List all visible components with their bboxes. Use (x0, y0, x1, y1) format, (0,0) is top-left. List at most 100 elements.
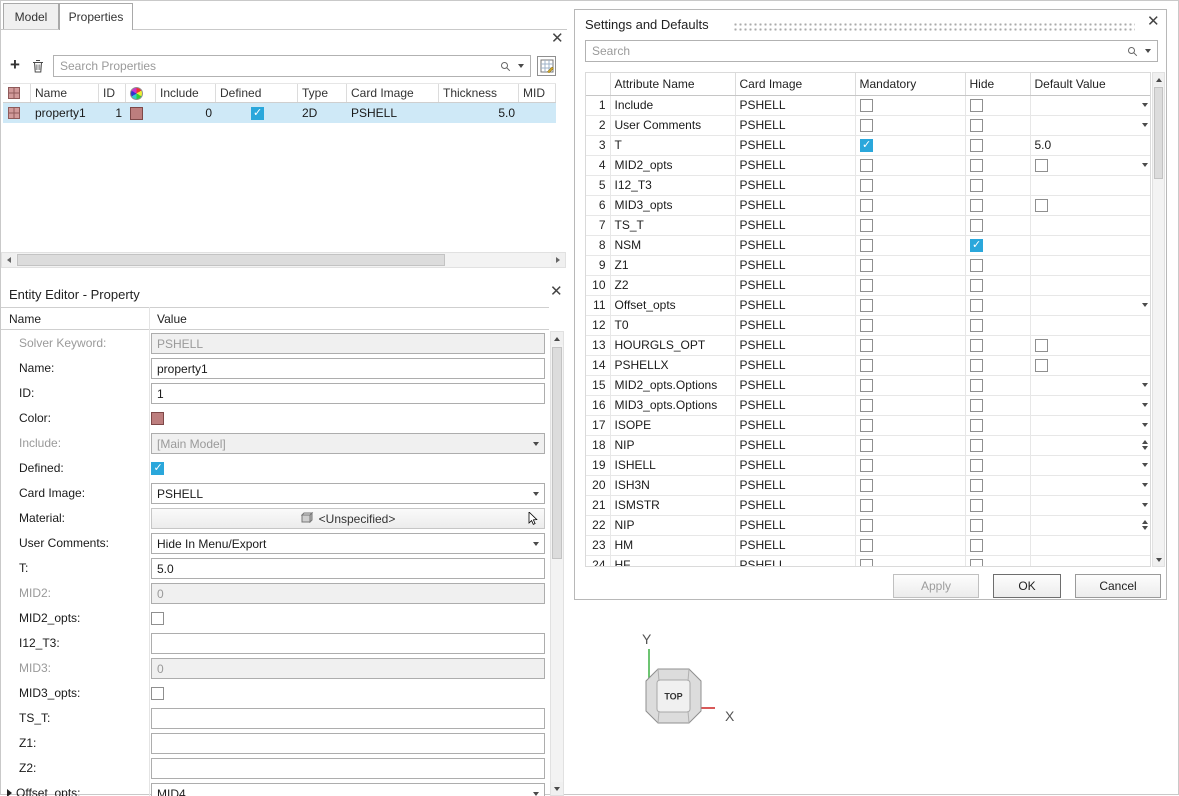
hide-checkbox[interactable] (970, 99, 983, 112)
hide-checkbox[interactable] (970, 259, 983, 272)
mandatory-checkbox[interactable] (860, 399, 873, 412)
apply-button[interactable]: Apply (893, 574, 979, 598)
column-default-value[interactable]: Default Value (1030, 73, 1151, 95)
dropdown-chevron-icon[interactable] (1142, 463, 1148, 467)
scroll-down-icon[interactable] (1153, 553, 1164, 566)
tab-properties[interactable]: Properties (59, 3, 133, 30)
vertical-scrollbar[interactable] (1152, 72, 1165, 567)
settings-row[interactable]: 11Offset_optsPSHELL (586, 295, 1151, 315)
mandatory-checkbox[interactable] (860, 499, 873, 512)
hide-checkbox[interactable] (970, 179, 983, 192)
mandatory-checkbox[interactable] (860, 479, 873, 492)
settings-row[interactable]: 23HMPSHELL (586, 535, 1151, 555)
dropdown-field[interactable]: [Main Model] (151, 433, 545, 454)
add-property-button[interactable]: + (6, 56, 24, 74)
ok-button[interactable]: OK (993, 574, 1061, 598)
tab-model[interactable]: Model (3, 3, 59, 29)
default-value-text[interactable]: 5.0 (1035, 138, 1052, 152)
hide-checkbox[interactable] (970, 359, 983, 372)
settings-row[interactable]: 2User CommentsPSHELL (586, 115, 1151, 135)
mandatory-checkbox[interactable] (860, 119, 873, 132)
hide-checkbox[interactable] (970, 239, 983, 252)
scrollbar-thumb[interactable] (552, 347, 562, 559)
settings-row[interactable]: 20ISH3NPSHELL (586, 475, 1151, 495)
mandatory-checkbox[interactable] (860, 539, 873, 552)
hide-checkbox[interactable] (970, 399, 983, 412)
properties-search-input[interactable]: Search Properties (53, 55, 531, 77)
settings-search-input[interactable]: Search (585, 40, 1158, 62)
column-thickness[interactable]: Thickness (439, 84, 519, 102)
settings-row[interactable]: 10Z2PSHELL (586, 275, 1151, 295)
mandatory-checkbox[interactable] (860, 339, 873, 352)
dialog-close-icon[interactable]: ✕ (1147, 15, 1160, 29)
dropdown-field[interactable]: Hide In Menu/Export (151, 533, 545, 554)
settings-row[interactable]: 4MID2_optsPSHELL (586, 155, 1151, 175)
settings-row[interactable]: 16MID3_opts.OptionsPSHELL (586, 395, 1151, 415)
material-selector[interactable]: <Unspecified> (151, 508, 545, 529)
dropdown-chevron-icon[interactable] (1142, 503, 1148, 507)
settings-row[interactable]: 18NIPPSHELL (586, 435, 1151, 455)
column-card-image[interactable]: Card Image (735, 73, 855, 95)
spinner-control[interactable] (1142, 520, 1148, 530)
chevron-down-icon[interactable] (529, 492, 539, 496)
mandatory-checkbox[interactable] (860, 219, 873, 232)
table-settings-button[interactable] (537, 56, 556, 76)
mandatory-checkbox[interactable] (860, 259, 873, 272)
settings-row[interactable]: 3TPSHELL5.0 (586, 135, 1151, 155)
scroll-up-icon[interactable] (1153, 73, 1164, 86)
view-cube[interactable]: TOP (646, 669, 701, 723)
default-checkbox[interactable] (1035, 199, 1048, 212)
dropdown-chevron-icon[interactable] (1142, 103, 1148, 107)
default-checkbox[interactable] (1035, 159, 1048, 172)
hide-checkbox[interactable] (970, 379, 983, 392)
mandatory-checkbox[interactable] (860, 319, 873, 332)
dropdown-chevron-icon[interactable] (1142, 163, 1148, 167)
settings-row[interactable]: 12T0PSHELL (586, 315, 1151, 335)
checkbox[interactable] (151, 612, 164, 625)
checkbox[interactable] (151, 462, 164, 475)
hide-checkbox[interactable] (970, 419, 983, 432)
dropdown-chevron-icon[interactable] (1142, 423, 1148, 427)
text-field[interactable]: 1 (151, 383, 545, 404)
settings-row[interactable]: 6MID3_optsPSHELL (586, 195, 1151, 215)
defined-checkbox[interactable] (251, 107, 264, 120)
mandatory-checkbox[interactable] (860, 159, 873, 172)
mandatory-checkbox[interactable] (860, 519, 873, 532)
column-defined[interactable]: Defined (216, 84, 298, 102)
scrollbar-thumb[interactable] (17, 254, 445, 266)
mandatory-checkbox[interactable] (860, 459, 873, 472)
column-attribute-name[interactable]: Attribute Name (610, 73, 735, 95)
hide-checkbox[interactable] (970, 459, 983, 472)
color-swatch[interactable] (130, 107, 143, 120)
delete-property-button[interactable] (29, 57, 47, 75)
search-options-chevron-icon[interactable] (518, 64, 524, 68)
hide-checkbox[interactable] (970, 319, 983, 332)
hide-checkbox[interactable] (970, 439, 983, 452)
scroll-right-icon[interactable] (551, 253, 565, 267)
view-axes-widget[interactable]: Y TOP X (601, 616, 771, 746)
mandatory-checkbox[interactable] (860, 379, 873, 392)
color-swatch[interactable] (151, 412, 164, 425)
chevron-down-icon[interactable] (529, 442, 539, 446)
spinner-control[interactable] (1142, 440, 1148, 450)
scroll-up-icon[interactable] (551, 332, 563, 345)
hide-checkbox[interactable] (970, 339, 983, 352)
hide-checkbox[interactable] (970, 139, 983, 152)
settings-row[interactable]: 1IncludePSHELL (586, 95, 1151, 115)
scroll-down-icon[interactable] (551, 782, 563, 795)
text-field[interactable]: 5.0 (151, 558, 545, 579)
mandatory-checkbox[interactable] (860, 439, 873, 452)
cancel-button[interactable]: Cancel (1075, 574, 1161, 598)
hide-checkbox[interactable] (970, 299, 983, 312)
mandatory-checkbox[interactable] (860, 139, 873, 152)
text-field[interactable] (151, 633, 545, 654)
hide-checkbox[interactable] (970, 219, 983, 232)
mandatory-checkbox[interactable] (860, 179, 873, 192)
mandatory-checkbox[interactable] (860, 299, 873, 312)
dropdown-chevron-icon[interactable] (1142, 303, 1148, 307)
search-options-chevron-icon[interactable] (1145, 49, 1151, 53)
hide-checkbox[interactable] (970, 539, 983, 552)
mandatory-checkbox[interactable] (860, 559, 873, 567)
text-field[interactable] (151, 758, 545, 779)
mandatory-checkbox[interactable] (860, 99, 873, 112)
